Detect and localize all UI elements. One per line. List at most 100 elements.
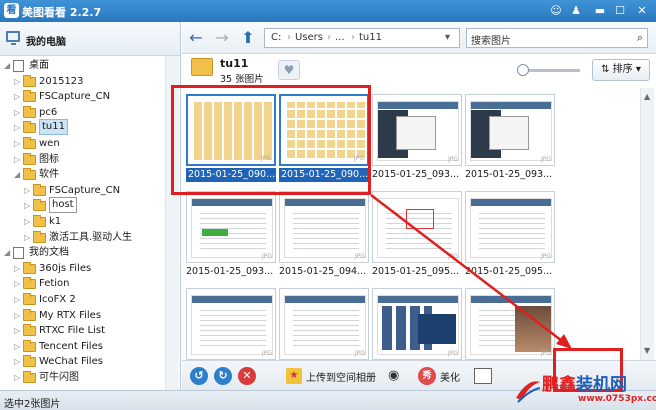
collapsed-arrow-icon[interactable]: ▷ xyxy=(14,339,22,355)
address-bar[interactable]: C: › Users › ... › tu11 ▾ xyxy=(264,28,460,48)
rotate-right-icon[interactable]: ↻ xyxy=(214,367,232,385)
collapsed-arrow-icon[interactable]: ▷ xyxy=(14,105,22,121)
collapsed-arrow-icon[interactable]: ▷ xyxy=(14,120,22,136)
watermark-url: www.0753px.com xyxy=(578,394,656,404)
thumbnail-image[interactable]: JPG xyxy=(279,288,369,360)
expanded-arrow-icon[interactable]: ◢ xyxy=(4,58,12,74)
thumbnail-image[interactable]: JPG xyxy=(279,191,369,263)
image-count: 35 张图片 xyxy=(220,74,264,85)
address-segment-drive[interactable]: C: xyxy=(271,32,281,43)
rotate-left-icon[interactable]: ↺ xyxy=(190,367,208,385)
thumbnail-image[interactable]: JPG xyxy=(372,288,462,360)
desktop-icon xyxy=(13,247,24,260)
jpg-badge: JPG xyxy=(354,253,365,260)
sidebar-item-label: WeChat Files xyxy=(39,356,103,368)
collapsed-arrow-icon[interactable]: ▷ xyxy=(24,214,32,230)
folder-icon xyxy=(23,355,36,368)
collapsed-arrow-icon[interactable]: ▷ xyxy=(14,136,22,152)
thumbnail-caption: 2015-01-25_094... xyxy=(279,266,367,277)
thumbnail-item[interactable]: JPG2015-01-25_095... xyxy=(465,191,555,283)
thumbnail-item[interactable]: JPG 2015-01-25_093... xyxy=(465,94,555,186)
collapsed-arrow-icon[interactable]: ▷ xyxy=(24,198,32,214)
upload-star-icon[interactable]: ★ xyxy=(286,368,302,384)
thumbnail-image[interactable]: JPG xyxy=(186,191,276,263)
collapsed-arrow-icon[interactable]: ▷ xyxy=(14,354,22,370)
thumbnail-image[interactable]: JPG xyxy=(465,288,555,360)
thumbnail-size-slider[interactable] xyxy=(517,64,580,76)
thumbnail-image[interactable]: JPG xyxy=(465,191,555,263)
desktop-icon xyxy=(13,60,24,72)
thumbnail-caption: 2015-01-25_093... xyxy=(465,169,553,180)
collapsed-arrow-icon[interactable]: ▷ xyxy=(14,89,22,105)
sidebar-item-label: My RTX Files xyxy=(39,309,102,321)
sidebar-item-label: Tencent Files xyxy=(39,340,103,352)
slider-knob[interactable] xyxy=(517,64,529,76)
jpg-badge: JPG xyxy=(354,350,365,357)
collapsed-arrow-icon[interactable]: ▷ xyxy=(14,370,22,386)
my-computer-header[interactable]: 我的电脑 xyxy=(0,22,180,56)
forward-button[interactable]: → xyxy=(212,28,232,48)
collapsed-arrow-icon[interactable]: ▷ xyxy=(14,261,22,277)
collapsed-arrow-icon[interactable]: ▷ xyxy=(14,292,22,308)
folder-icon xyxy=(33,230,46,243)
thumbnail-item[interactable]: JPG 2015-01-25_093... xyxy=(186,191,276,283)
thumbnail-item[interactable]: JPG 2015-01-25_094... xyxy=(279,191,369,283)
thumbnail-item[interactable]: JPG2015-01-25_095... xyxy=(372,288,462,360)
sort-button[interactable]: ⇅ 排序 ▾ xyxy=(592,59,650,81)
expanded-arrow-icon[interactable]: ◢ xyxy=(4,245,12,261)
favorite-heart-icon[interactable]: ♥ xyxy=(278,60,300,80)
search-input[interactable]: 搜索图片 ⌕ xyxy=(466,28,648,48)
collapsed-arrow-icon[interactable]: ▷ xyxy=(14,308,22,324)
search-icon[interactable]: ⌕ xyxy=(637,31,643,45)
beautify-badge-icon[interactable]: 秀 xyxy=(418,367,436,385)
jpg-badge: JPG xyxy=(261,253,272,260)
collapsed-arrow-icon[interactable]: ▷ xyxy=(24,230,32,246)
app-title: 美图看看 2.2.7 xyxy=(22,6,102,19)
weibo-icon[interactable]: ◉ xyxy=(388,368,399,383)
maximize-button[interactable]: ☐ xyxy=(612,3,628,19)
scroll-up-icon[interactable]: ▲ xyxy=(644,92,650,101)
thumbnail-item[interactable]: JPG2015-01-25_095... xyxy=(465,288,555,360)
slideshow-icon[interactable] xyxy=(474,368,492,384)
scroll-down-icon[interactable]: ▼ xyxy=(644,346,650,355)
sidebar-item-label: 可牛闪图 xyxy=(39,372,79,383)
thumbnail-item[interactable]: JPG 2015-01-25_093... xyxy=(372,94,462,186)
address-dropdown-icon[interactable]: ▾ xyxy=(445,32,450,43)
jpg-badge: JPG xyxy=(447,253,458,260)
sort-dropdown-icon: ▾ xyxy=(632,64,641,75)
collapsed-arrow-icon[interactable]: ▷ xyxy=(14,276,22,292)
collapsed-arrow-icon[interactable]: ▷ xyxy=(24,183,32,199)
back-button[interactable]: ← xyxy=(186,28,206,48)
upload-album-button[interactable]: 上传到空间相册 xyxy=(306,369,376,384)
folder-icon xyxy=(23,324,36,337)
skin-icon[interactable]: ☺ xyxy=(548,3,564,19)
thumbnail-image[interactable]: JPG xyxy=(186,288,276,360)
delete-icon[interactable]: ✕ xyxy=(238,367,256,385)
grid-scrollbar[interactable]: ▲ ▼ xyxy=(640,88,654,360)
thumbnail-item[interactable]: JPG2015-01-25_095... xyxy=(186,288,276,360)
thumbnail-image[interactable]: JPG xyxy=(372,191,462,263)
expanded-arrow-icon[interactable]: ◢ xyxy=(14,167,22,183)
beautify-button[interactable]: 美化 xyxy=(440,369,460,384)
collapsed-arrow-icon[interactable]: ▷ xyxy=(14,152,22,168)
address-segment-users[interactable]: Users xyxy=(295,32,323,43)
folder-icon xyxy=(33,199,46,212)
theme-icon[interactable]: ♟ xyxy=(568,3,584,19)
watermark-logo-icon xyxy=(516,381,541,403)
thumbnail-item[interactable]: JPG2015-01-25_095... xyxy=(372,191,462,283)
jpg-badge: JPG xyxy=(540,350,551,357)
minimize-button[interactable]: ▬ xyxy=(592,3,608,19)
folder-icon xyxy=(23,339,36,352)
close-button[interactable]: ✕ xyxy=(634,3,650,19)
thumbnail-image[interactable]: JPG xyxy=(465,94,555,166)
address-segment-current[interactable]: tu11 xyxy=(359,32,382,43)
thumbnail-image[interactable]: JPG xyxy=(372,94,462,166)
thumbnail-item[interactable]: JPG2015-01-25_095... xyxy=(279,288,369,360)
sidebar-item-label: 激活工具.驱动人生 xyxy=(49,231,133,243)
folder-icon xyxy=(23,261,36,274)
folder-icon xyxy=(23,168,36,181)
collapsed-arrow-icon[interactable]: ▷ xyxy=(14,323,22,339)
address-segment-ellipsis[interactable]: ... xyxy=(335,32,345,43)
up-folder-button[interactable]: ⬆ xyxy=(238,28,258,48)
collapsed-arrow-icon[interactable]: ▷ xyxy=(14,74,22,90)
